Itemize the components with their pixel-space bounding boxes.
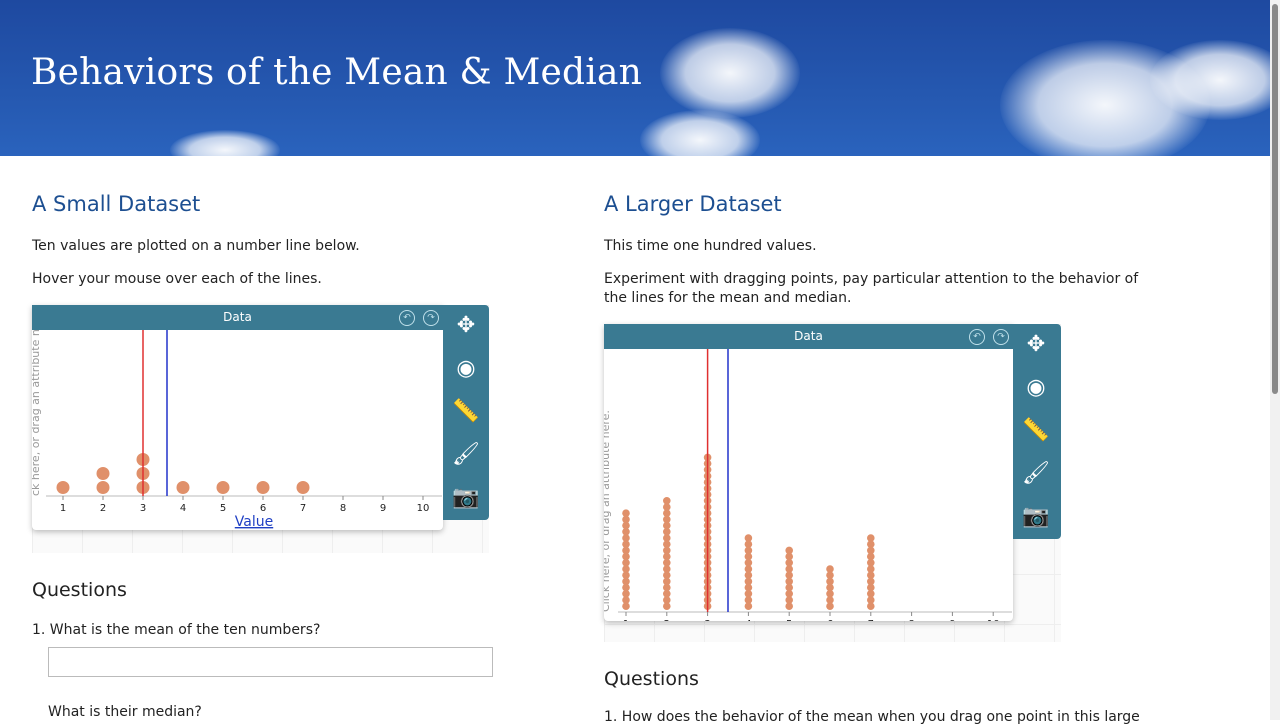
graph-toolbar: ✥ ◉ 📏 🖌 📷 bbox=[1013, 324, 1061, 539]
data-point bbox=[56, 481, 70, 494]
x-tick-label: 5 bbox=[220, 503, 226, 514]
dot-plot-graph[interactable]: Data ↶ ↷ ck here, or drag an attribute n… bbox=[32, 305, 443, 530]
graph-title-bar: Data ↶ ↷ bbox=[604, 324, 1013, 349]
camera-icon[interactable]: 📷 bbox=[1013, 496, 1059, 538]
paragraph: Hover your mouse over each of the lines. bbox=[32, 271, 322, 287]
camera-icon[interactable]: 📷 bbox=[443, 477, 489, 519]
x-tick-label: 7 bbox=[868, 619, 874, 621]
dot-plot-graph[interactable]: Data ↶ ↷ Click here, or drag an attribut… bbox=[604, 324, 1013, 621]
x-tick-label: 10 bbox=[417, 503, 430, 514]
questions-heading: Questions bbox=[604, 668, 699, 690]
eye-icon[interactable]: ◉ bbox=[443, 348, 489, 390]
data-point bbox=[826, 565, 834, 573]
page-scrollbar[interactable] bbox=[1270, 0, 1280, 720]
header-banner: Behaviors of the Mean & Median bbox=[0, 0, 1270, 156]
x-tick-label: 4 bbox=[745, 619, 751, 621]
x-tick-label: 6 bbox=[827, 619, 833, 621]
question-1: 1. How does the behavior of the mean whe… bbox=[604, 709, 1140, 725]
graph-title-bar: Data ↶ ↷ bbox=[32, 305, 443, 330]
data-point bbox=[622, 509, 630, 517]
cloud-decoration bbox=[170, 130, 280, 156]
x-tick-label: 1 bbox=[60, 503, 66, 514]
cloud-decoration bbox=[660, 28, 800, 118]
x-tick-label: 8 bbox=[340, 503, 346, 514]
x-tick-label: 5 bbox=[786, 619, 792, 621]
page-title: Behaviors of the Mean & Median bbox=[31, 52, 643, 93]
data-point bbox=[785, 546, 793, 555]
graph-title: Data bbox=[223, 310, 252, 324]
x-tick-label: 8 bbox=[908, 619, 914, 621]
move-arrows-icon[interactable]: ✥ bbox=[443, 305, 489, 347]
data-point bbox=[663, 497, 671, 505]
dot-plot-canvas[interactable]: Click here, or drag an attribute here. 1 2… bbox=[604, 349, 1013, 621]
redo-icon[interactable]: ↷ bbox=[423, 310, 439, 326]
section-heading-larger-dataset: A Larger Dataset bbox=[604, 192, 782, 216]
x-tick-label: 10 bbox=[987, 619, 1000, 621]
redo-icon[interactable]: ↷ bbox=[993, 329, 1009, 345]
ruler-icon[interactable]: 📏 bbox=[443, 391, 489, 433]
paintbrush-icon[interactable]: 🖌 bbox=[443, 434, 489, 476]
x-axis-title: Value bbox=[235, 514, 273, 530]
data-point bbox=[96, 467, 110, 480]
eye-icon[interactable]: ◉ bbox=[1013, 367, 1059, 409]
section-heading-small-dataset: A Small Dataset bbox=[32, 192, 201, 216]
x-tick-label: 1 bbox=[623, 619, 629, 621]
attribute-drop-hint: ck here, or drag an attribute ne bbox=[32, 330, 42, 496]
answer-field-mean[interactable] bbox=[48, 647, 493, 677]
graph-title: Data bbox=[794, 329, 823, 343]
move-arrows-icon[interactable]: ✥ bbox=[1013, 324, 1059, 366]
paintbrush-icon[interactable]: 🖌 bbox=[1013, 453, 1059, 495]
x-tick-label: 2 bbox=[664, 619, 670, 621]
graph-toolbar: ✥ ◉ 📏 🖌 📷 bbox=[443, 305, 489, 520]
x-tick-label: 3 bbox=[140, 503, 146, 514]
question-2: What is their median? bbox=[48, 704, 202, 720]
data-point bbox=[216, 481, 230, 494]
x-tick-label: 9 bbox=[949, 619, 955, 621]
data-point bbox=[867, 534, 875, 542]
scrollbar-thumb[interactable] bbox=[1272, 4, 1278, 394]
data-point bbox=[256, 481, 270, 494]
x-tick-label: 9 bbox=[380, 503, 386, 514]
x-tick-label: 7 bbox=[300, 503, 306, 514]
paragraph: Experiment with dragging points, pay par… bbox=[604, 271, 1139, 306]
attribute-drop-hint: Click here, or drag an attribute here. bbox=[604, 410, 612, 612]
x-tick-label: 6 bbox=[260, 503, 266, 514]
data-point bbox=[96, 481, 110, 494]
ruler-icon[interactable]: 📏 bbox=[1013, 410, 1059, 452]
data-point bbox=[744, 534, 753, 542]
paragraph: This time one hundred values. bbox=[604, 238, 817, 254]
question-1: 1. What is the mean of the ten numbers? bbox=[32, 622, 321, 638]
undo-icon[interactable]: ↶ bbox=[399, 310, 415, 326]
undo-icon[interactable]: ↶ bbox=[969, 329, 985, 345]
data-point bbox=[296, 481, 310, 494]
x-tick-label: 3 bbox=[704, 619, 710, 621]
x-tick-label: 4 bbox=[180, 503, 186, 514]
data-point bbox=[176, 481, 190, 494]
x-tick-label: 2 bbox=[100, 503, 106, 514]
dot-plot-canvas[interactable]: ck here, or drag an attribute ne 1 2 3 4 5 6 7 8… bbox=[32, 330, 443, 530]
questions-heading: Questions bbox=[32, 579, 127, 601]
paragraph: Ten values are plotted on a number line … bbox=[32, 238, 360, 254]
